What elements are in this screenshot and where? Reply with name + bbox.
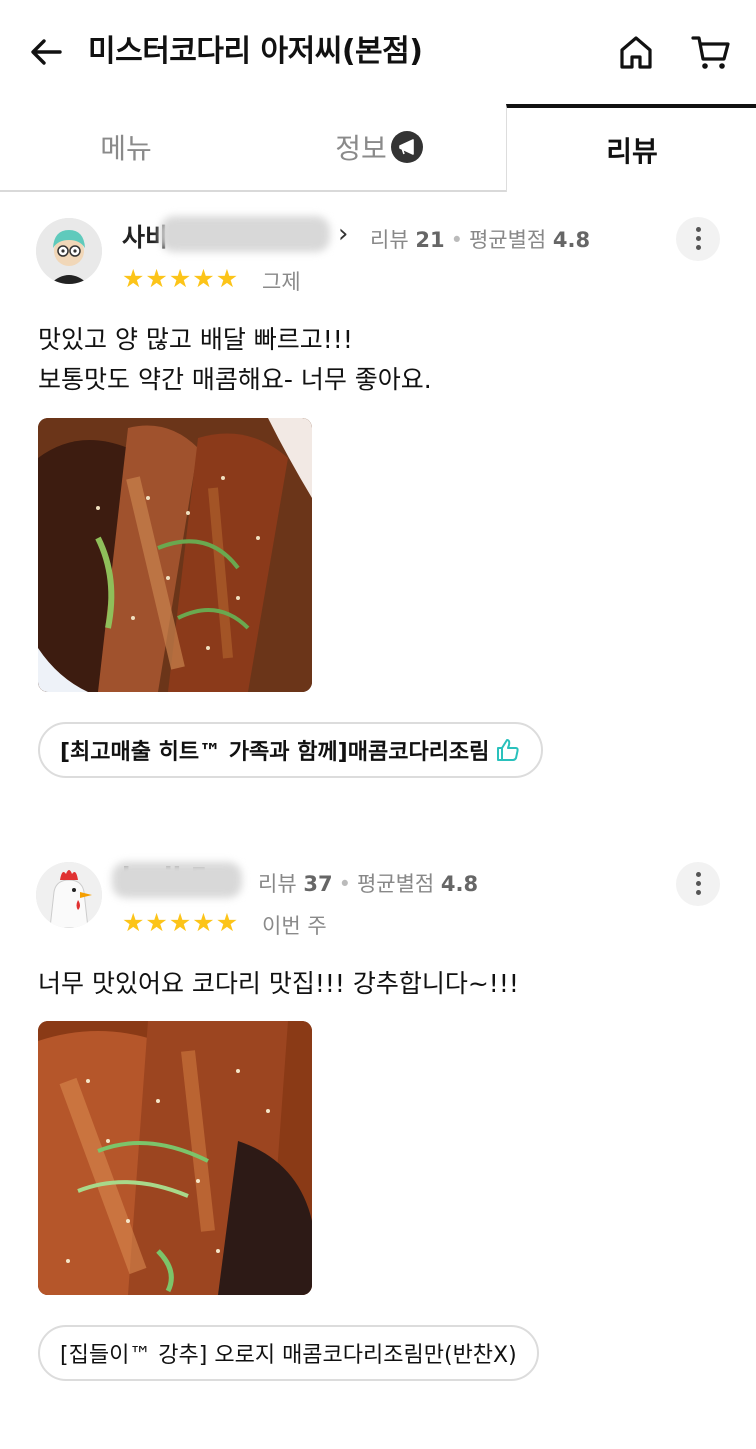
back-arrow-icon[interactable]: [26, 32, 66, 72]
review-date: 이번 주: [262, 914, 327, 938]
ad-icon: [390, 131, 423, 163]
review-date: 그제: [262, 270, 301, 294]
review-photo[interactable]: [38, 418, 312, 692]
tab-menu[interactable]: 메뉴: [0, 104, 252, 192]
home-icon[interactable]: [616, 32, 656, 72]
reviewer-stats: 리뷰 37 • 평균별점 4.8: [258, 872, 479, 896]
app-header: 미스터코다리 아저씨(본점): [0, 0, 756, 104]
tab-review[interactable]: 리뷰: [506, 104, 756, 192]
review-text: 너무 맛있어요 코다리 맛집!!! 강추합니다~!!!: [38, 969, 519, 998]
redacted-name: [160, 216, 330, 252]
avatar[interactable]: [36, 218, 102, 284]
review-photo[interactable]: [38, 1021, 312, 1295]
thumbs-up-icon: [497, 739, 520, 761]
ordered-menu-label: [최고매출 히트™ 가족과 함께]매콤코다리조림: [60, 740, 490, 765]
reviewer-stats: 리뷰 21 • 평균별점 4.8: [370, 228, 591, 252]
page-title: 미스터코다리 아저씨(본점): [88, 34, 423, 69]
review-text: 맛있고 양 많고 배달 빠르고!!! 보통맛도 약간 매콤해요- 너무 좋아요.: [38, 325, 432, 394]
ordered-menu-chip[interactable]: [최고매출 히트™ 가족과 함께]매콤코다리조림: [38, 722, 544, 778]
more-options-button[interactable]: [676, 862, 720, 906]
tab-info[interactable]: 정보: [252, 104, 506, 192]
tab-menu-label: 메뉴: [100, 132, 152, 165]
cart-icon[interactable]: [690, 32, 732, 72]
tab-review-label: 리뷰: [606, 135, 658, 168]
redacted-name: [112, 862, 242, 898]
chevron-right-icon[interactable]: ›: [338, 219, 348, 249]
ordered-menu-label: [집들이™ 강추] 오로지 매콤코다리조림만(반찬X): [60, 1343, 517, 1368]
tab-info-label: 정보: [335, 132, 387, 165]
avatar[interactable]: [36, 862, 102, 928]
ordered-menu-chip[interactable]: [집들이™ 강추] 오로지 매콤코다리조림만(반찬X): [38, 1325, 539, 1381]
star-rating: ★★★★★: [122, 908, 239, 937]
tab-bar: 메뉴 정보 리뷰: [0, 104, 756, 192]
more-options-button[interactable]: [676, 217, 720, 261]
star-rating: ★★★★★: [122, 264, 239, 293]
